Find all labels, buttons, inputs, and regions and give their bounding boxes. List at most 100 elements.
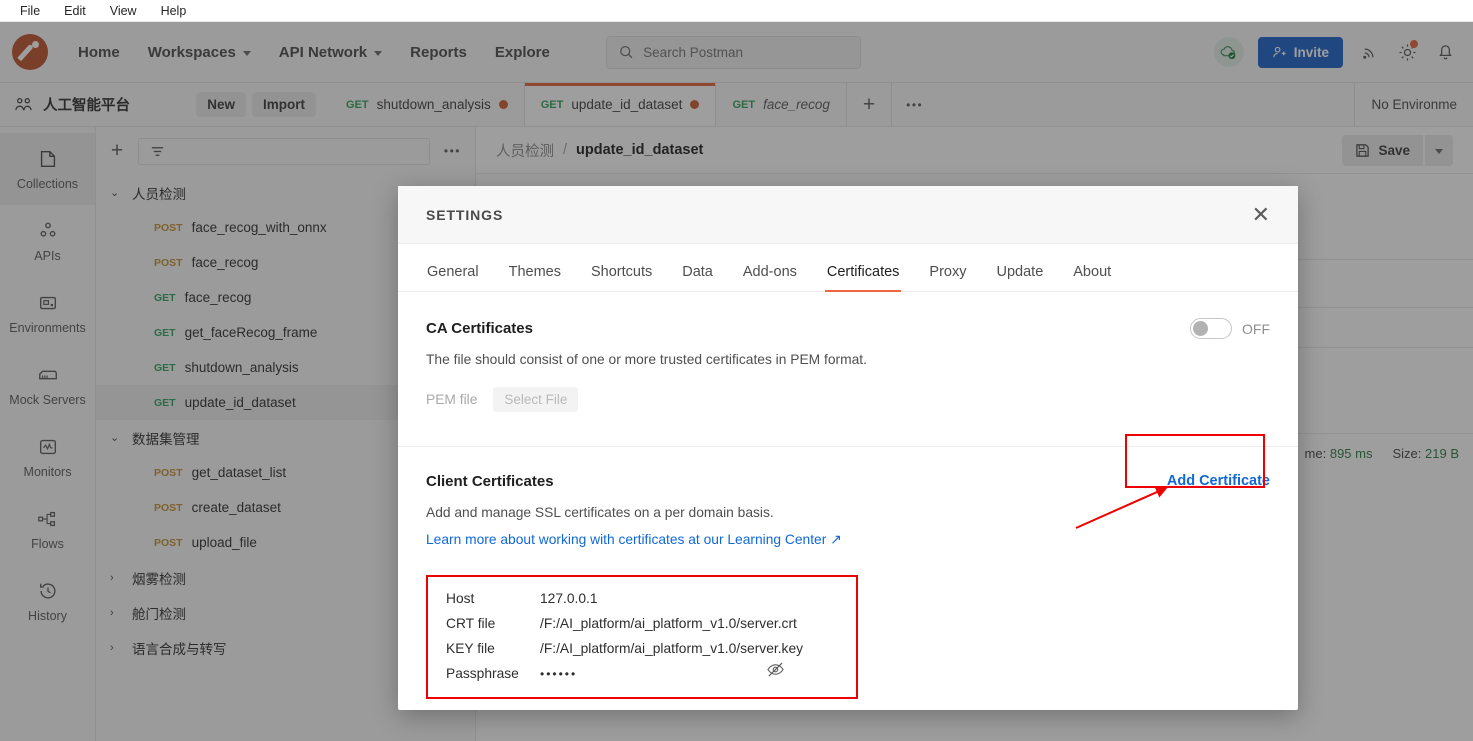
tab-shortcuts[interactable]: Shortcuts — [576, 264, 667, 291]
tab-about[interactable]: About — [1058, 264, 1126, 291]
ca-certificates-toggle[interactable] — [1190, 318, 1232, 339]
sidebar-item-apis[interactable]: APIs — [0, 205, 95, 277]
workspace-name: 人工智能平台 — [43, 98, 130, 114]
chevron-right-icon: › — [110, 641, 114, 654]
chevron-down-icon: ⌄ — [110, 432, 120, 444]
menu-item-edit[interactable]: Edit — [52, 0, 98, 22]
menu-item-help[interactable]: Help — [149, 0, 199, 22]
sidebar-item-collections[interactable]: Collections — [0, 133, 95, 205]
settings-modal: SETTINGS ✕ General Themes Shortcuts Data… — [398, 186, 1298, 710]
nav-item-api-network[interactable]: API Network — [265, 44, 396, 61]
new-tab-button[interactable]: + — [847, 83, 893, 126]
postman-logo-icon[interactable] — [12, 34, 48, 70]
save-disk-icon — [1356, 143, 1370, 157]
notifications-bell-icon[interactable] — [1433, 40, 1457, 64]
certificate-host-row: Host 127.0.0.1 — [446, 591, 838, 606]
cloud-check-icon — [1220, 45, 1236, 59]
chevron-down-icon — [242, 50, 251, 56]
request-tab-face-recog[interactable]: GET face_recog — [716, 83, 847, 126]
invite-button[interactable]: Invite — [1257, 36, 1343, 68]
tab-proxy[interactable]: Proxy — [914, 264, 981, 291]
search-icon — [620, 46, 633, 59]
nav-item-reports[interactable]: Reports — [396, 44, 481, 61]
key-file-label: KEY file — [446, 641, 495, 656]
request-label: face_recog — [191, 255, 259, 270]
environment-selector[interactable]: No Environme — [1354, 83, 1473, 126]
sidebar-item-label: Mock Servers — [9, 392, 86, 407]
close-icon[interactable]: ✕ — [1252, 203, 1270, 226]
folder-label: 舱门检测 — [132, 606, 186, 622]
request-tab-shutdown-analysis[interactable]: GET shutdown_analysis — [330, 83, 525, 126]
nav-item-api-network-label: API Network — [278, 43, 368, 61]
tab-data[interactable]: Data — [667, 264, 728, 291]
eye-off-icon[interactable] — [766, 661, 785, 683]
save-button-label: Save — [1378, 142, 1410, 158]
tab-options-icon[interactable]: ••• — [892, 83, 937, 126]
save-options-button[interactable] — [1425, 134, 1453, 166]
select-file-button[interactable]: Select File — [493, 387, 579, 412]
sidebar-item-flows[interactable]: Flows — [0, 493, 95, 565]
settings-gear-icon[interactable] — [1395, 40, 1419, 64]
search-bar[interactable] — [605, 35, 861, 69]
request-tab-update-id-dataset[interactable]: GET update_id_dataset — [524, 83, 717, 126]
workspace-selector[interactable]: 人工智能平台 New Import — [0, 83, 330, 126]
request-label: update_id_dataset — [184, 395, 296, 410]
new-button[interactable]: New — [196, 92, 246, 117]
nav-item-workspaces[interactable]: Workspaces — [134, 44, 265, 61]
sidebar-item-monitors[interactable]: Monitors — [0, 421, 95, 493]
sync-status-icon[interactable] — [1213, 37, 1244, 67]
primary-sidebar-rail: Collections APIs Environments Mock Serve… — [0, 127, 96, 741]
request-label: shutdown_analysis — [184, 360, 299, 375]
tab-general[interactable]: General — [412, 264, 494, 291]
tab-certificates[interactable]: Certificates — [812, 264, 915, 292]
breadcrumb-collection[interactable]: 人员检测 — [496, 140, 554, 161]
crt-file-value: /F:/AI_platform/ai_platform_v1.0/server.… — [540, 616, 797, 631]
settings-modal-body: CA Certificates The file should consist … — [398, 292, 1298, 710]
sidebar-item-mock-servers[interactable]: Mock Servers — [0, 349, 95, 421]
request-method: GET — [154, 326, 176, 339]
collections-filter-input[interactable] — [138, 137, 430, 165]
response-size: Size: 219 B — [1392, 446, 1459, 461]
tab-label: shutdown_analysis — [376, 97, 491, 112]
response-size-label: Size: — [1392, 445, 1422, 461]
menu-bar: File Edit View Help — [0, 0, 1473, 22]
breadcrumb-request: update_id_dataset — [576, 142, 704, 158]
menu-item-view[interactable]: View — [98, 0, 149, 22]
header-actions: Invite — [1213, 36, 1461, 68]
learning-center-link[interactable]: Learn more about working with certificat… — [426, 532, 842, 548]
sidebar-item-environments[interactable]: Environments — [0, 277, 95, 349]
menu-item-file[interactable]: File — [8, 0, 52, 22]
chevron-down-icon: ⌄ — [110, 187, 120, 199]
tab-update[interactable]: Update — [982, 264, 1059, 291]
team-icon — [15, 98, 32, 111]
tab-label: face_recog — [763, 97, 830, 112]
environment-label: No Environme — [1371, 97, 1457, 112]
invite-button-label: Invite — [1293, 44, 1329, 60]
ca-certificates-title: CA Certificates — [426, 320, 533, 337]
search-input[interactable] — [643, 44, 848, 60]
chevron-down-icon — [374, 50, 383, 56]
add-certificate-button[interactable]: Add Certificate — [1167, 473, 1270, 489]
workspace-tab-bar: 人工智能平台 New Import GET shutdown_analysis … — [0, 83, 1473, 127]
tab-add-ons[interactable]: Add-ons — [728, 264, 812, 291]
collections-icon — [40, 150, 55, 167]
tab-themes[interactable]: Themes — [494, 264, 576, 291]
settings-tab-bar: General Themes Shortcuts Data Add-ons Ce… — [398, 244, 1298, 292]
settings-modal-title: SETTINGS — [426, 206, 504, 223]
ca-certificates-section: CA Certificates The file should consist … — [426, 318, 1270, 412]
notification-dot — [1410, 40, 1418, 48]
nav-item-home[interactable]: Home — [64, 44, 134, 61]
save-button[interactable]: Save — [1342, 134, 1423, 166]
import-button[interactable]: Import — [252, 92, 316, 117]
sidebar-item-label: Flows — [31, 536, 64, 551]
sidebar-item-history[interactable]: History — [0, 565, 95, 637]
postman-app-window: File Edit View Help Home Workspaces API … — [0, 0, 1473, 741]
nav-item-explore[interactable]: Explore — [481, 44, 564, 61]
response-time: me: 895 ms — [1305, 446, 1373, 461]
collections-more-options-icon[interactable]: ••• — [440, 144, 465, 158]
broadcast-icon[interactable] — [1357, 40, 1381, 64]
add-collection-button[interactable]: + — [106, 139, 128, 163]
apis-icon — [40, 222, 55, 237]
settings-modal-header: SETTINGS ✕ — [398, 186, 1298, 244]
sidebar-item-label: Collections — [16, 176, 79, 191]
